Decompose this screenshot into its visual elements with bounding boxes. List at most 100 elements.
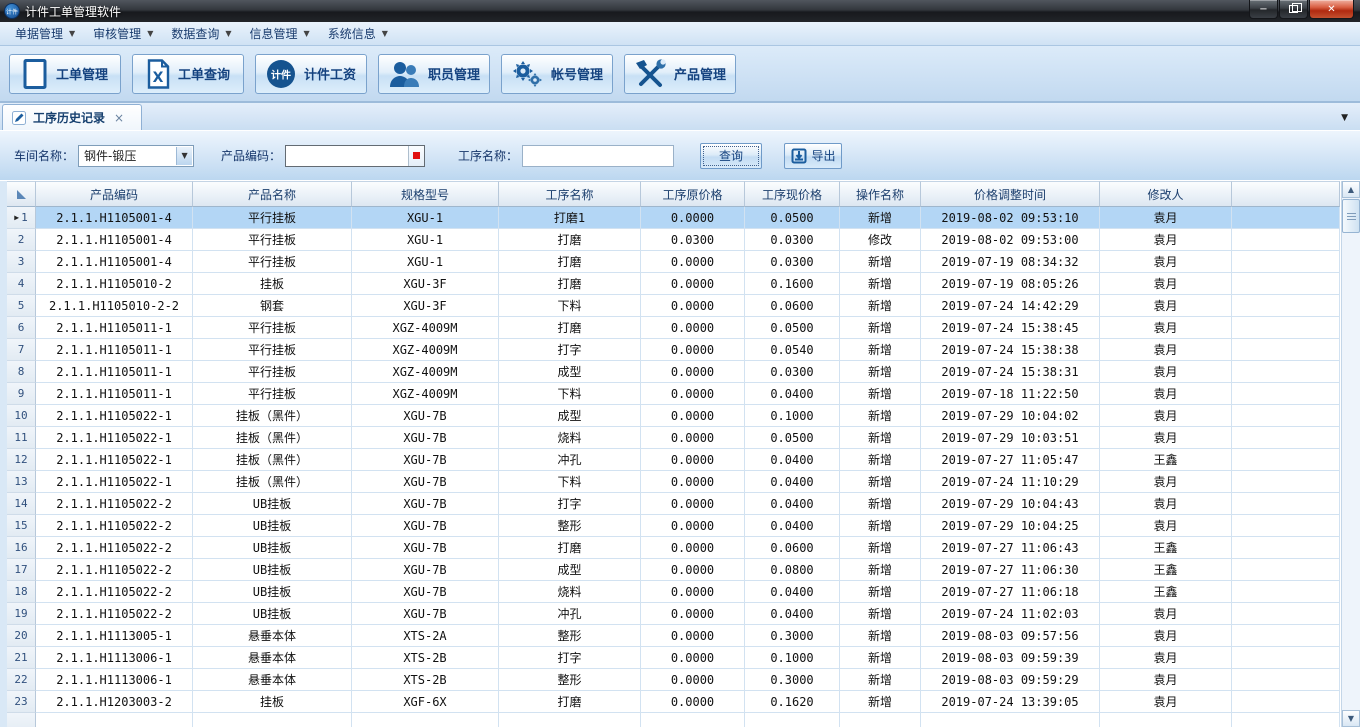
row-number-cell[interactable]: 23 [7,691,36,713]
row-number-cell[interactable]: 21 [7,647,36,669]
piecework-wage-button[interactable]: 计件计件工资 [255,54,367,94]
row-number-cell[interactable]: 9 [7,383,36,405]
cell[interactable]: 袁月 [1100,691,1232,713]
cell[interactable]: 2019-07-27 11:06:30 [921,559,1100,581]
cell[interactable]: 2.1.1.H1105010-2 [36,273,193,295]
cell[interactable]: 0.0400 [745,515,840,537]
column-header[interactable]: 价格调整时间 [921,181,1100,207]
table-row[interactable]: 112.1.1.H1105022-1挂板（黑件）XGU-7B烧料0.00000.… [7,427,1360,449]
cell[interactable]: XGU-1 [352,207,499,229]
cell[interactable]: 0.0000 [641,603,745,625]
cell[interactable]: XGU-7B [352,427,499,449]
workorder-management-button[interactable]: 工单管理 [9,54,121,94]
cell[interactable]: 袁月 [1100,515,1232,537]
cell[interactable]: 新增 [840,383,921,405]
cell[interactable]: 成型 [499,405,641,427]
close-button[interactable]: ✕ [1309,0,1354,19]
cell[interactable]: 整形 [499,515,641,537]
cell[interactable]: 新增 [840,449,921,471]
cell[interactable]: 袁月 [1100,339,1232,361]
cell[interactable]: 平行挂板 [193,361,352,383]
cell[interactable]: 0.0400 [745,581,840,603]
cell[interactable]: 袁月 [1100,669,1232,691]
row-number-cell[interactable]: 7 [7,339,36,361]
cell[interactable]: 0.1000 [745,405,840,427]
row-number-cell[interactable]: 17 [7,559,36,581]
cell[interactable]: 下料 [499,295,641,317]
process-name-input[interactable] [522,145,674,167]
cell[interactable]: UB挂板 [193,559,352,581]
cell[interactable]: XGU-7B [352,449,499,471]
row-number-cell[interactable]: 8 [7,361,36,383]
cell[interactable]: 2019-08-03 09:57:56 [921,625,1100,647]
cell[interactable]: 袁月 [1100,427,1232,449]
cell[interactable]: 打字 [499,339,641,361]
workorder-query-button[interactable]: X工单查询 [132,54,244,94]
cell[interactable]: 平行挂板 [193,229,352,251]
cell[interactable]: 王鑫 [1100,559,1232,581]
cell[interactable]: 0.0000 [641,449,745,471]
table-row[interactable]: 72.1.1.H1105011-1平行挂板XGZ-4009M打字0.00000.… [7,339,1360,361]
table-row[interactable]: 122.1.1.H1105022-1挂板（黑件）XGU-7B冲孔0.00000.… [7,449,1360,471]
cell[interactable]: 平行挂板 [193,383,352,405]
row-number-cell[interactable]: 6 [7,317,36,339]
cell[interactable]: 0.0300 [745,251,840,273]
cell[interactable]: 成型 [499,559,641,581]
cell[interactable]: XGU-7B [352,559,499,581]
cell[interactable]: 2.1.1.H1105011-1 [36,361,193,383]
cell[interactable]: XGU-7B [352,405,499,427]
cell[interactable]: 2019-08-02 09:53:10 [921,207,1100,229]
row-number-cell[interactable]: 22 [7,669,36,691]
cell[interactable]: 0.0000 [641,339,745,361]
cell[interactable]: 2.1.1.H1105011-1 [36,383,193,405]
cell[interactable]: 袁月 [1100,207,1232,229]
cell[interactable]: 0.0000 [641,383,745,405]
table-row[interactable]: 162.1.1.H1105022-2UB挂板XGU-7B打磨0.00000.06… [7,537,1360,559]
cell[interactable]: 2.1.1.H1105022-1 [36,427,193,449]
column-header[interactable]: 修改人 [1100,181,1232,207]
cell[interactable]: 平行挂板 [193,251,352,273]
cell[interactable]: 打磨 [499,229,641,251]
cell[interactable]: UB挂板 [193,493,352,515]
cell[interactable]: 打磨 [499,273,641,295]
cell[interactable]: 新增 [840,339,921,361]
select-all-header-cell[interactable] [7,181,36,207]
cell[interactable]: 2019-07-24 15:38:31 [921,361,1100,383]
cell[interactable]: 2.1.1.H1113005-1 [36,625,193,647]
cell[interactable]: 烧料 [499,427,641,449]
cell[interactable]: 挂板（黑件） [193,405,352,427]
cell[interactable]: 0.0300 [641,229,745,251]
cell[interactable]: 0.0000 [641,647,745,669]
cell[interactable]: UB挂板 [193,537,352,559]
cell[interactable]: 0.0000 [641,361,745,383]
row-number-cell[interactable]: 5 [7,295,36,317]
table-row[interactable]: 212.1.1.H1113006-1悬垂本体XTS-2B打字0.00000.10… [7,647,1360,669]
cell[interactable]: 新增 [840,361,921,383]
cell[interactable]: 2019-07-24 14:42:29 [921,295,1100,317]
cell[interactable]: 打磨1 [499,207,641,229]
tab-close-icon[interactable]: × [112,111,126,125]
cell[interactable]: 挂板 [193,273,352,295]
row-number-cell[interactable]: 15 [7,515,36,537]
restore-button[interactable] [1279,0,1308,19]
column-header[interactable]: 工序现价格 [745,181,840,207]
cell[interactable]: 0.0000 [641,559,745,581]
minimize-button[interactable]: − [1249,0,1278,19]
scroll-down-button[interactable]: ▼ [1342,710,1360,727]
cell[interactable]: 下料 [499,471,641,493]
cell[interactable]: XGU-7B [352,515,499,537]
cell[interactable]: 袁月 [1100,229,1232,251]
cell[interactable]: XGZ-4009M [352,361,499,383]
cell[interactable]: 打磨 [499,251,641,273]
cell[interactable]: 成型 [499,361,641,383]
cell[interactable]: 王鑫 [1100,581,1232,603]
cell[interactable]: XGZ-4009M [352,339,499,361]
cell[interactable]: 冲孔 [499,449,641,471]
cell[interactable]: 0.0000 [641,207,745,229]
cell[interactable]: 0.0500 [745,207,840,229]
cell[interactable]: 2019-07-29 10:03:51 [921,427,1100,449]
row-number-cell[interactable]: 4 [7,273,36,295]
cell[interactable]: 袁月 [1100,493,1232,515]
cell[interactable]: XGU-1 [352,229,499,251]
cell[interactable]: 挂板（黑件） [193,471,352,493]
